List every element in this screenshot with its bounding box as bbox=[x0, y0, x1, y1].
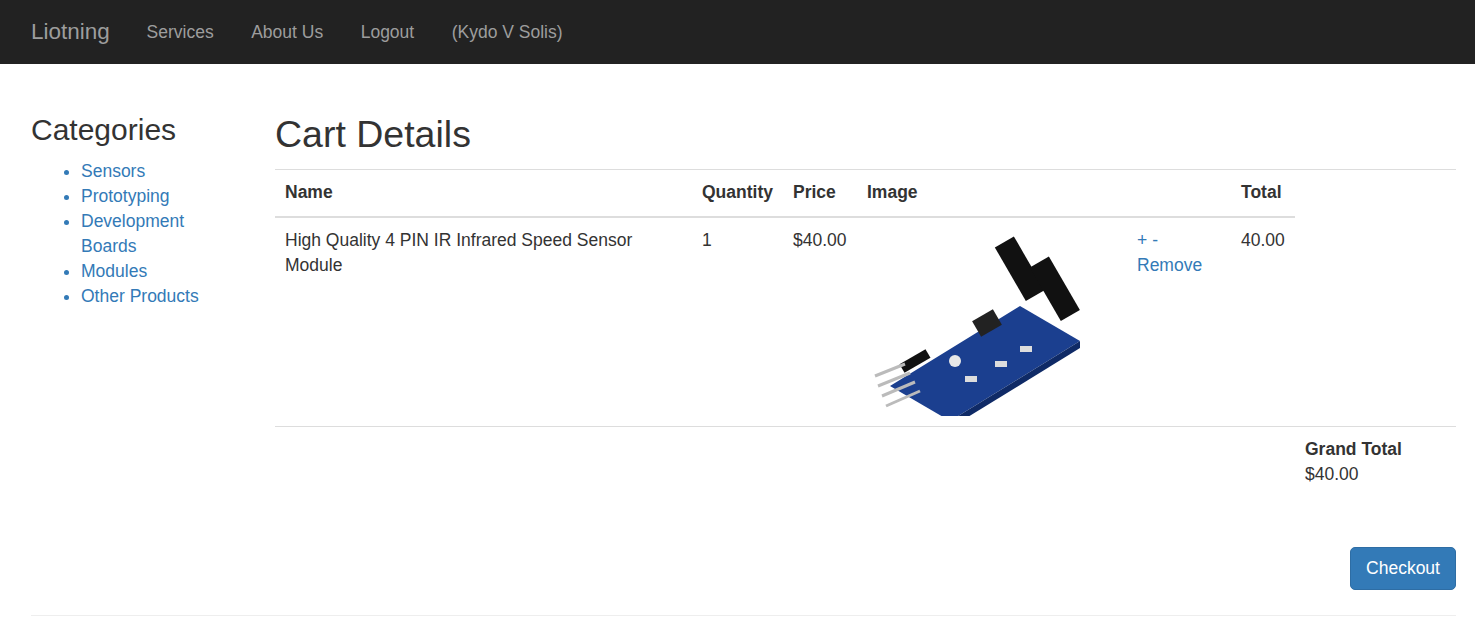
column-header: Quantity bbox=[692, 170, 783, 217]
product-image bbox=[867, 228, 1117, 416]
sensor-module-icon bbox=[870, 236, 1085, 416]
category-link[interactable]: Modules bbox=[81, 261, 147, 281]
sidebar-item: Prototyping bbox=[81, 184, 231, 209]
page-container: Categories Sensors Prototyping Development… bbox=[0, 64, 1475, 616]
actions-cell: +- Remove bbox=[1127, 217, 1231, 426]
footer-divider bbox=[31, 615, 1456, 616]
column-header: Image bbox=[857, 170, 1127, 217]
category-link[interactable]: Development Boards bbox=[81, 211, 184, 256]
sidebar-title: Categories bbox=[31, 112, 275, 148]
navbar: Liotning ServicesAbout UsLogout(Kydo V S… bbox=[0, 0, 1475, 64]
category-list: Sensors Prototyping Development Boards Modu… bbox=[31, 159, 231, 309]
nav-item: Logout bbox=[342, 20, 433, 45]
sidebar-item: Modules bbox=[81, 259, 231, 284]
image-cell bbox=[857, 217, 1127, 426]
nav-links: ServicesAbout UsLogout(Kydo V Solis) bbox=[128, 20, 582, 45]
category-link[interactable]: Other Products bbox=[81, 286, 199, 306]
cart-title: Cart Details bbox=[275, 112, 1456, 157]
sidebar: Categories Sensors Prototyping Development… bbox=[31, 112, 275, 590]
table-row: High Quality 4 PIN IR Infrared Speed Sen… bbox=[275, 217, 1295, 426]
sidebar-item: Development Boards bbox=[81, 209, 231, 259]
grand-total: Grand Total $40.00 bbox=[1295, 427, 1456, 487]
nav-link[interactable]: (Kydo V Solis) bbox=[433, 20, 581, 45]
table-header: NameQuantityPriceImage Total bbox=[275, 170, 1295, 217]
grand-total-value: $40.00 bbox=[1305, 462, 1456, 487]
product-name: High Quality 4 PIN IR Infrared Speed Sen… bbox=[275, 217, 692, 426]
actions-header bbox=[1127, 170, 1231, 217]
nav-item: Services bbox=[128, 20, 233, 45]
sidebar-item: Other Products bbox=[81, 284, 231, 309]
nav-link[interactable]: Services bbox=[128, 20, 233, 45]
nav-link[interactable]: About Us bbox=[232, 20, 341, 45]
total-cell: 40.00 bbox=[1231, 217, 1295, 426]
increment-button[interactable]: + bbox=[1137, 230, 1147, 250]
decrement-button[interactable]: - bbox=[1152, 230, 1158, 250]
brand-link[interactable]: Liotning bbox=[0, 15, 128, 49]
grand-total-label: Grand Total bbox=[1305, 437, 1456, 462]
cart-table: NameQuantityPriceImage Total High Quality… bbox=[275, 170, 1295, 426]
divider bbox=[275, 426, 1456, 427]
checkout-button[interactable]: Checkout bbox=[1350, 547, 1456, 590]
quantity-cell: 1 bbox=[692, 217, 783, 426]
nav-item: (Kydo V Solis) bbox=[433, 20, 581, 45]
category-link[interactable]: Sensors bbox=[81, 161, 145, 181]
column-header: Price bbox=[783, 170, 857, 217]
content-row: Categories Sensors Prototyping Development… bbox=[31, 112, 1456, 590]
category-link[interactable]: Prototyping bbox=[81, 186, 170, 206]
remove-button[interactable]: Remove bbox=[1137, 253, 1221, 278]
price-cell: $40.00 bbox=[783, 217, 857, 426]
cart-main: Cart Details NameQuantityPriceImage Total… bbox=[275, 112, 1456, 590]
checkout-row: Checkout bbox=[275, 547, 1456, 590]
nav-link[interactable]: Logout bbox=[342, 20, 433, 45]
sidebar-item: Sensors bbox=[81, 159, 231, 184]
nav-item: About Us bbox=[232, 20, 341, 45]
column-header: Name bbox=[275, 170, 692, 217]
column-header: Total bbox=[1231, 170, 1295, 217]
grand-total-row: Grand Total $40.00 bbox=[275, 427, 1456, 487]
